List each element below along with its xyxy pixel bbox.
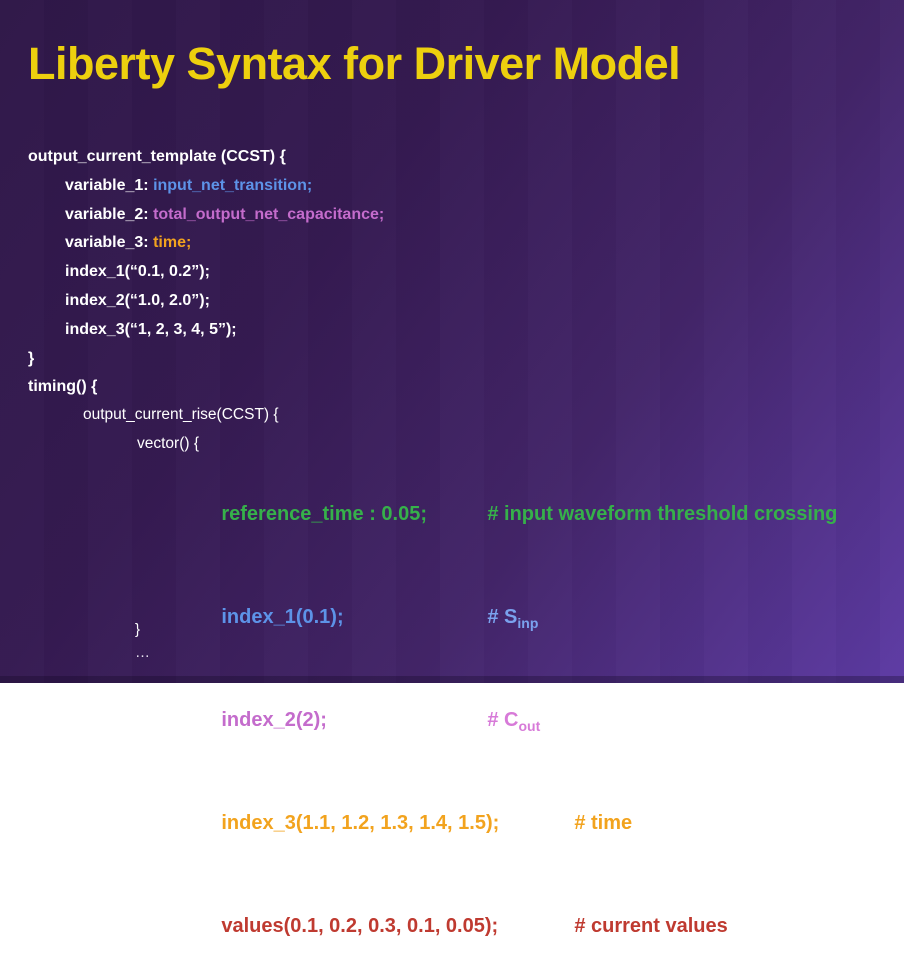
code-line: }: [28, 345, 384, 374]
code-line: variable_1: input_net_transition;: [28, 172, 384, 201]
variable-3-value: time;: [153, 234, 191, 251]
vec-index-1-code: index_1(0.1);: [221, 600, 487, 634]
ellipsis-text: …: [135, 644, 152, 662]
variable-2-label: variable_2:: [65, 206, 153, 223]
index-2-text: index_2(“1.0, 2.0”);: [65, 292, 210, 309]
code-line-index-1: index_1(0.1);# Sinp: [188, 566, 837, 669]
template-open-text: output_current_template (CCST) {: [28, 148, 286, 165]
page-title: Liberty Syntax for Driver Model: [28, 38, 680, 90]
vec-values-comment: # current values: [574, 915, 727, 937]
code-line: output_current_rise(CCST) {: [28, 400, 279, 429]
vec-index-2-comment: # Cout: [487, 709, 540, 731]
code-line: index_2(“1.0, 2.0”);: [28, 287, 384, 316]
vec-index-2-subscript: out: [518, 718, 540, 734]
vec-index-2-code: index_2(2);: [221, 703, 487, 737]
slide-bottom-edge: [0, 676, 904, 683]
vec-index-1-comment: # Sinp: [487, 606, 538, 628]
code-block-vector: reference_time : 0.05;# input waveform t…: [188, 463, 837, 977]
index-3-text: index_3(“1, 2, 3, 4, 5”);: [65, 321, 237, 338]
vector-open-text: vector() {: [137, 435, 199, 452]
code-line: timing() {: [28, 373, 384, 402]
variable-2-value: total_output_net_capacitance;: [153, 206, 384, 223]
code-line: variable_3: time;: [28, 229, 384, 258]
code-line: index_1(“0.1, 0.2”);: [28, 258, 384, 287]
index-1-text: index_1(“0.1, 0.2”);: [65, 263, 210, 280]
code-line-values: values(0.1, 0.2, 0.3, 0.1, 0.05);# curre…: [188, 875, 837, 977]
vector-close-brace: }: [135, 620, 140, 640]
code-line: output_current_template (CCST) {: [28, 143, 384, 172]
code-line: variable_2: total_output_net_capacitance…: [28, 201, 384, 230]
variable-1-label: variable_1:: [65, 177, 153, 194]
code-line: index_3(“1, 2, 3, 4, 5”);: [28, 316, 384, 345]
code-line: vector() {: [28, 429, 279, 458]
slide: Liberty Syntax for Driver Model output_c…: [0, 0, 904, 683]
code-line-index-3: index_3(1.1, 1.2, 1.3, 1.4, 1.5);# time: [188, 772, 837, 875]
vec-values-code: values(0.1, 0.2, 0.3, 0.1, 0.05);: [221, 909, 574, 943]
timing-open-text: timing() {: [28, 378, 97, 395]
variable-3-label: variable_3:: [65, 234, 153, 251]
vec-index-3-code: index_3(1.1, 1.2, 1.3, 1.4, 1.5);: [221, 806, 574, 840]
reference-time-code: reference_time : 0.05;: [221, 497, 487, 531]
rise-open-text: output_current_rise(CCST) {: [83, 406, 279, 423]
variable-1-value: input_net_transition;: [153, 177, 312, 194]
code-block-template: output_current_template (CCST) { variabl…: [28, 143, 384, 402]
code-line-reference-time: reference_time : 0.05;# input waveform t…: [188, 463, 837, 566]
vec-index-3-comment: # time: [574, 812, 632, 834]
code-block-timing: output_current_rise(CCST) { vector() {: [28, 400, 279, 458]
vec-index-1-subscript: inp: [517, 615, 538, 631]
code-line-index-2: index_2(2);# Cout: [188, 669, 837, 772]
reference-time-comment: # input waveform threshold crossing: [487, 503, 837, 525]
template-close-text: }: [28, 350, 34, 367]
